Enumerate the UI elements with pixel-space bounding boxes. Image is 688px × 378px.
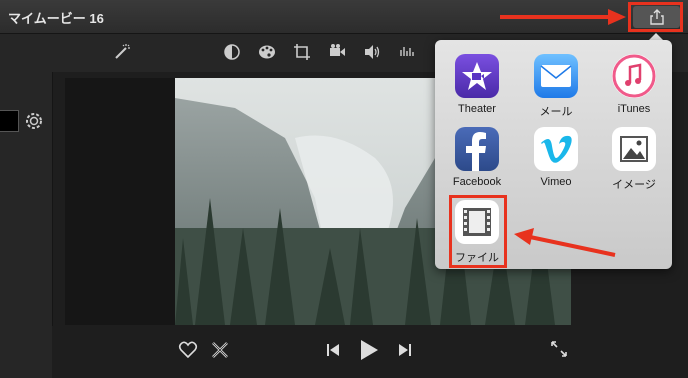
share-file-label: ファイル — [455, 252, 499, 264]
annotation-arrow-top — [500, 9, 626, 25]
share-icon — [649, 9, 664, 25]
play-icon[interactable] — [358, 338, 380, 362]
playback-controls — [52, 326, 688, 378]
reject-x-icon[interactable] — [210, 340, 230, 360]
share-itunes[interactable]: iTunes — [599, 54, 669, 115]
share-facebook-label: Facebook — [452, 176, 502, 188]
color-balance-icon[interactable] — [222, 42, 242, 62]
skip-forward-icon[interactable] — [397, 342, 413, 358]
skip-back-icon[interactable] — [325, 342, 341, 358]
share-file[interactable]: ファイル — [442, 200, 512, 265]
share-button[interactable] — [633, 6, 680, 28]
itunes-icon — [612, 54, 656, 98]
magic-wand-icon[interactable] — [112, 42, 132, 62]
share-theater[interactable]: Theater — [442, 54, 512, 115]
share-vimeo[interactable]: Vimeo — [521, 127, 591, 188]
image-icon — [612, 127, 656, 171]
stabilization-icon[interactable] — [327, 42, 347, 62]
share-image[interactable]: イメージ — [599, 127, 669, 192]
fullscreen-icon[interactable] — [549, 339, 569, 359]
left-panel — [0, 34, 53, 378]
share-theater-label: Theater — [458, 103, 496, 115]
share-facebook[interactable]: Facebook — [442, 127, 512, 188]
facebook-icon — [455, 127, 499, 171]
share-itunes-label: iTunes — [617, 103, 651, 115]
share-image-label: イメージ — [612, 179, 656, 191]
share-mail-label: メール — [539, 106, 573, 118]
share-mail[interactable]: メール — [521, 54, 591, 119]
vimeo-icon — [534, 127, 578, 171]
file-film-icon — [455, 200, 499, 244]
theater-icon — [455, 54, 499, 98]
equalizer-icon[interactable] — [397, 42, 417, 62]
share-vimeo-label: Vimeo — [540, 176, 572, 188]
favorite-heart-icon[interactable] — [178, 340, 198, 360]
mail-icon — [534, 54, 578, 98]
color-palette-icon[interactable] — [257, 42, 277, 62]
gear-icon[interactable] — [23, 110, 45, 132]
color-swatch — [0, 110, 19, 132]
window-title: マイムービー 16 — [8, 11, 104, 26]
annotation-arrow-file — [514, 228, 616, 257]
volume-icon[interactable] — [362, 42, 382, 62]
crop-icon[interactable] — [292, 42, 312, 62]
